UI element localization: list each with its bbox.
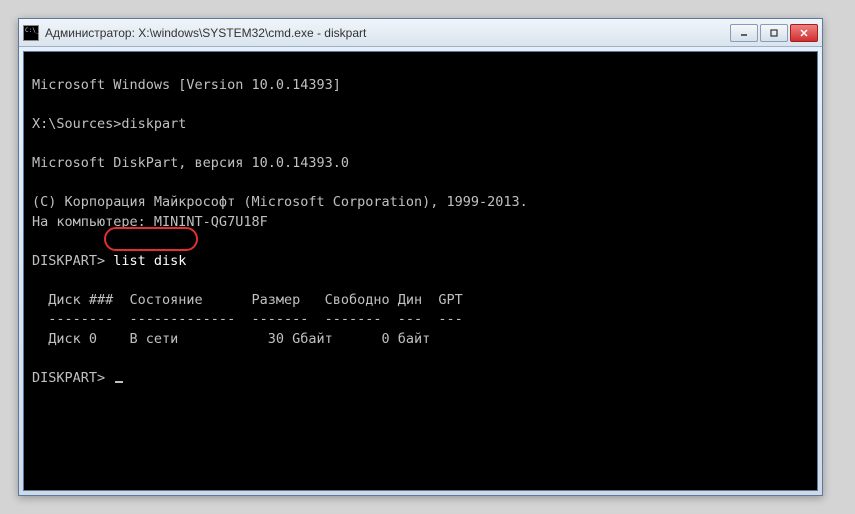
diskpart-prompt-2: DISKPART> xyxy=(32,370,113,386)
prompt-sources: X:\Sources> xyxy=(32,116,121,132)
table-row: Диск 0 В сети 30 Gбайт 0 байт xyxy=(32,331,430,347)
close-button[interactable] xyxy=(790,24,818,42)
diskpart-prompt-1: DISKPART> xyxy=(32,253,113,269)
maximize-button[interactable] xyxy=(760,24,788,42)
minimize-button[interactable] xyxy=(730,24,758,42)
maximize-icon xyxy=(769,28,779,38)
close-icon xyxy=(799,28,809,38)
titlebar[interactable]: Администратор: X:\windows\SYSTEM32\cmd.e… xyxy=(19,19,822,47)
table-divider: -------- ------------- ------- ------- -… xyxy=(32,311,463,327)
minimize-icon xyxy=(739,28,749,38)
line-computer: На компьютере: MININT-QG7U18F xyxy=(32,214,268,230)
cmd-icon xyxy=(23,25,39,41)
cmd-list-disk: list disk xyxy=(113,253,186,269)
table-header: Диск ### Состояние Размер Свободно Дин G… xyxy=(32,292,463,308)
line-diskpart-version: Microsoft DiskPart, версия 10.0.14393.0 xyxy=(32,155,349,171)
console-output: Microsoft Windows [Version 10.0.14393] X… xyxy=(32,56,809,428)
line-copyright: (C) Корпорация Майкрософт (Microsoft Cor… xyxy=(32,194,528,210)
cmd-window: Администратор: X:\windows\SYSTEM32\cmd.e… xyxy=(18,18,823,496)
window-title: Администратор: X:\windows\SYSTEM32\cmd.e… xyxy=(45,26,730,40)
line-version: Microsoft Windows [Version 10.0.14393] xyxy=(32,77,341,93)
cursor xyxy=(115,381,123,383)
console-area[interactable]: Microsoft Windows [Version 10.0.14393] X… xyxy=(23,51,818,491)
cmd-diskpart: diskpart xyxy=(121,116,186,132)
window-controls xyxy=(730,24,818,42)
highlight-ring xyxy=(104,227,198,251)
